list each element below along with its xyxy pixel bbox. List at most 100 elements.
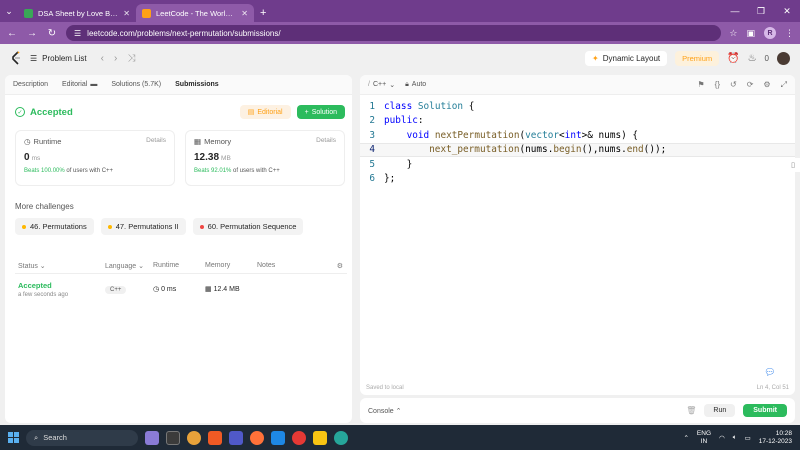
tab-search-icon[interactable]: ⌄ (0, 0, 18, 22)
task-view-icon[interactable] (166, 430, 180, 445)
widgets-app-icon[interactable] (145, 430, 159, 445)
auto-complete-toggle[interactable]: 🔒︎ Auto (405, 81, 426, 89)
code-editor-panel: / C++ ⌄ 🔒︎ Auto ⚑ {} ↺ ⟳ ⚙ ⤢ 1 class Solu… (360, 75, 795, 395)
col-memory: Memory (205, 262, 231, 269)
challenge-chip-60[interactable]: 60. Permutation Sequence (192, 218, 304, 235)
chrome-profile-app-icon[interactable] (187, 430, 201, 445)
code-line: 2 public: (369, 115, 424, 127)
col-language[interactable]: Language ⌄ (105, 262, 153, 270)
editor-settings-icon[interactable]: ⚙ (763, 80, 770, 90)
editorial-button[interactable]: ▤ Editorial (239, 105, 291, 119)
right-edge-rail: ▯ (786, 158, 800, 198)
challenge-chip-46[interactable]: 46. Permutations (15, 218, 94, 235)
browser-tab-dsa-sheet[interactable]: DSA Sheet by Love Babbar - Ge ✕ (18, 4, 136, 22)
sparkle-icon: ✦ (592, 53, 599, 63)
tab-title: DSA Sheet by Love Babbar - Ge (38, 8, 119, 18)
maximize-icon[interactable]: ❐ (748, 6, 774, 17)
notes-icon[interactable]: ▯ (786, 158, 800, 172)
close-window-icon[interactable]: ✕ (774, 6, 800, 17)
problem-list-link[interactable]: ☰ Problem List (30, 54, 87, 63)
forward-icon[interactable]: → (26, 28, 38, 39)
clock-icon: ◷ (24, 137, 31, 146)
tab-solutions[interactable]: Solutions (5.7K) (111, 81, 161, 88)
fullscreen-icon[interactable]: ⤢ (781, 80, 787, 90)
tray-chevron-icon[interactable]: ⌃ (683, 434, 688, 442)
dynamic-layout-button[interactable]: ✦ Dynamic Layout (585, 50, 668, 66)
chip-icon: ▦ (194, 137, 202, 146)
bookmark-star-icon[interactable]: ☆ (729, 28, 737, 39)
code-line: 6}; (369, 173, 396, 185)
browser-tab-leetcode[interactable]: LeetCode - The World's Leadin ✕ (136, 4, 254, 22)
settings-gear-icon[interactable]: ⚙ (337, 262, 343, 270)
language-indicator[interactable]: ENG IN (697, 430, 711, 446)
bookmark-icon[interactable]: ⚑ (698, 80, 705, 90)
list-icon: ☰ (30, 53, 38, 63)
file-explorer-app-icon[interactable] (313, 430, 327, 445)
solution-button[interactable]: + Solution (296, 105, 345, 119)
code-line: 3 void nextPermutation(vector<int>& nums… (369, 129, 639, 141)
profile-avatar[interactable]: R (764, 27, 776, 39)
shuffle-icon[interactable]: ⤨ (127, 53, 135, 64)
tab-editorial[interactable]: Editorial ▬ (62, 81, 97, 88)
alarm-icon[interactable]: ⏰ (727, 53, 739, 64)
reset-icon[interactable]: ↺ (730, 80, 737, 90)
language-select[interactable]: / C++ ⌄ (368, 81, 395, 89)
runtime-details-link[interactable]: Details (146, 137, 166, 144)
teams-app-icon[interactable] (229, 430, 243, 445)
prev-problem-icon[interactable]: ‹ (101, 53, 104, 64)
row-status[interactable]: Accepted (18, 281, 105, 290)
leetcode-logo-icon[interactable] (10, 51, 22, 65)
browser-tab-strip: ⌄ DSA Sheet by Love Babbar - Ge ✕ LeetCo… (0, 0, 800, 22)
taskbar-search[interactable]: ⌕ Search (26, 429, 138, 446)
check-circle-icon: ✓ (15, 107, 25, 117)
reload-code-icon[interactable]: ⟳ (747, 80, 754, 90)
premium-button[interactable]: Premium (675, 50, 720, 66)
col-status[interactable]: Status ⌄ (15, 262, 105, 270)
edge-app-icon[interactable] (334, 430, 348, 445)
saved-status: Saved to local (366, 385, 404, 391)
console-toggle[interactable]: Console ⌃ (368, 407, 402, 415)
clock[interactable]: 10:28 17-12-2023 (759, 430, 792, 446)
close-tab-icon[interactable]: ✕ (241, 9, 248, 18)
firefox-app-icon[interactable] (250, 430, 264, 445)
submit-button[interactable]: Submit (743, 404, 787, 417)
tab-submissions[interactable]: Submissions (175, 81, 219, 88)
code-line: 5 } (369, 158, 413, 170)
memory-details-link[interactable]: Details (316, 137, 336, 144)
chat-bubble-icon[interactable]: 💬︎ (763, 365, 777, 379)
runtime-value: 0 (24, 152, 30, 163)
run-button[interactable]: Run (704, 404, 736, 417)
table-row[interactable]: Accepted a few seconds ago C++ ◷ 0 ms ▦ … (15, 276, 347, 302)
wifi-icon[interactable]: ◠ (719, 434, 725, 442)
vscode-app-icon[interactable] (271, 430, 285, 445)
url-field[interactable]: ☰ leetcode.com/problems/next-permutation… (66, 25, 722, 41)
window-controls: — ❐ ✕ (722, 0, 800, 22)
site-info-icon[interactable]: ☰ (74, 29, 81, 38)
volume-icon[interactable]: 🔈︎ (733, 434, 737, 442)
code-editor[interactable]: 1 class Solution { 2 public: 3 void nextPe… (360, 99, 795, 186)
brave-app-icon[interactable] (208, 430, 222, 445)
trash-icon[interactable]: 🗑︎ (686, 406, 696, 415)
streak-fire-icon[interactable]: ♨ (748, 53, 757, 64)
tab-description[interactable]: Description (13, 81, 48, 88)
windows-start-icon[interactable] (8, 432, 19, 443)
runtime-card[interactable]: ◷ Runtime Details 0 ms Beats 100.00% of us… (15, 130, 175, 186)
format-braces-icon[interactable]: {} (715, 80, 720, 90)
editor-toolbar: / C++ ⌄ 🔒︎ Auto ⚑ {} ↺ ⟳ ⚙ ⤢ (360, 75, 795, 95)
next-problem-icon[interactable]: › (114, 53, 117, 64)
code-line-current: 4 next_permutation(nums.begin(),nums.end… (360, 142, 795, 157)
minimize-icon[interactable]: — (722, 6, 748, 16)
back-icon[interactable]: ← (6, 28, 18, 39)
challenge-chip-47[interactable]: 47. Permutations II (100, 218, 186, 235)
battery-icon[interactable]: ▭ (745, 434, 751, 442)
submissions-table-header: Status ⌄ Language ⌄ Runtime Memory Notes… (15, 258, 347, 274)
side-panel-icon[interactable]: ▣ (746, 28, 755, 39)
browser-menu-icon[interactable]: ⋮ (785, 28, 794, 39)
reload-icon[interactable]: ↻ (46, 28, 58, 39)
new-tab-icon[interactable]: + (254, 7, 272, 22)
url-text: leetcode.com/problems/next-permutation/s… (87, 28, 281, 38)
chrome-app-icon[interactable] (292, 430, 306, 445)
user-avatar[interactable] (777, 51, 790, 65)
close-tab-icon[interactable]: ✕ (123, 9, 130, 18)
memory-card[interactable]: ▦ Memory Details 12.38 MB Beats 92.01% of … (185, 130, 345, 186)
